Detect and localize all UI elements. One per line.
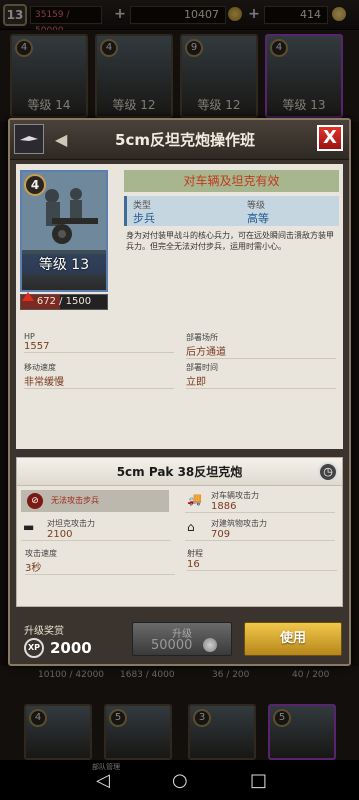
stat-value: 立即: [186, 377, 206, 388]
use-button[interactable]: 使用: [244, 622, 342, 656]
grade-value: 高等: [247, 212, 269, 225]
close-button[interactable]: X: [317, 125, 343, 151]
type-value: 步兵: [133, 212, 155, 225]
stat-value: 后方通道: [186, 347, 226, 358]
stat-value: 3秒: [25, 563, 42, 574]
stat-key: 对坦克攻击力: [47, 519, 95, 528]
game-screen: 13 35159 / 50000 + 10407 + 414 4 等级 14 4…: [0, 0, 359, 800]
house-icon: ⌂: [187, 520, 195, 534]
home-circle-icon[interactable]: ○: [172, 770, 188, 791]
stat-building-attack: ⌂ 对建筑物攻击力 709: [185, 518, 335, 541]
faction-flag-icon: [14, 124, 44, 154]
modal-header: ◀ 5cm反坦克炮操作班 X: [10, 120, 349, 160]
unit-description: 身为对付装甲战斗的核心兵力，可在远处瞬间击溃敌方装甲兵力。但完全无法对付步兵，运…: [126, 231, 334, 251]
effectiveness-banner: 对车辆及坦克有效: [124, 170, 339, 192]
stat-key: 移动速度: [24, 363, 56, 372]
unit-level-badge: 4: [24, 174, 46, 196]
stat-key: 对建筑物攻击力: [211, 519, 267, 528]
reward-label: 升级奖赏: [24, 626, 64, 637]
stat-deploy-time: 部署时间 立即: [186, 362, 336, 389]
unit-title: 5cm反坦克炮操作班: [115, 131, 255, 149]
system-nav-bar: ◁ ○ □ 部队管理: [0, 760, 359, 800]
stopwatch-icon[interactable]: ◷: [318, 462, 338, 482]
stat-attack-speed: 攻击速度 3秒: [25, 548, 175, 575]
unit-type-box: 类型 步兵 等级 高等: [124, 196, 339, 226]
weapon-title: 5cm Pak 38反坦克炮: [17, 458, 342, 486]
stat-tank-attack: ▬ 对坦克攻击力 2100: [21, 518, 171, 541]
silver-coin-icon: [203, 638, 217, 652]
no-infantry-attack-row: ⊘ 无法攻击步兵: [21, 490, 169, 512]
level-up-arrow-icon: [22, 292, 34, 301]
truck-icon: 🚚: [187, 492, 202, 506]
previous-unit-button[interactable]: ◀: [55, 130, 67, 149]
nav-label: 部队管理: [92, 763, 120, 771]
tank-icon: ▬: [23, 520, 35, 534]
stat-deploy-location: 部署场所 后方通道: [186, 332, 336, 359]
modal-footer: 升级奖赏 XP 2000 升级 50000 使用: [10, 614, 349, 664]
reward-value: 2000: [50, 639, 92, 657]
stat-key: 攻击速度: [25, 549, 57, 558]
stat-value: 709: [211, 529, 231, 540]
stat-value: 1557: [24, 341, 50, 352]
stat-key: 射程: [187, 549, 203, 558]
weapon-panel: 5cm Pak 38反坦克炮 ◷ ⊘ 无法攻击步兵 🚚 对车辆攻击力 1886 …: [16, 457, 343, 607]
upgrade-button[interactable]: 升级 50000: [132, 622, 232, 656]
stat-range: 射程 16: [187, 548, 337, 571]
stat-value: 16: [187, 559, 200, 570]
stat-move-speed: 移动速度 非常缓慢: [24, 362, 174, 389]
stat-key: HP: [24, 332, 35, 341]
stat-hp: HP 1557: [24, 332, 174, 353]
upgrade-cost: 50000: [151, 638, 193, 653]
stat-key: 对车辆攻击力: [211, 491, 259, 500]
stat-value: 1886: [211, 501, 237, 512]
stat-value: 2100: [47, 529, 73, 540]
unit-info-panel: 4 等级 13 672 / 1500 对车辆及坦克有效 类型 步兵 等级 高等 …: [16, 164, 343, 449]
stat-key: 部署时间: [186, 363, 218, 372]
stat-value: 非常缓慢: [24, 377, 64, 388]
stat-key: 部署场所: [186, 333, 218, 342]
unit-detail-modal: ◀ 5cm反坦克炮操作班 X 4 等级 13 672 / 1500 对车辆及坦克…: [8, 118, 351, 666]
recents-square-icon[interactable]: □: [250, 770, 267, 791]
no-infantry-text: 无法攻击步兵: [51, 496, 99, 505]
unit-level-label: 等级 13: [22, 254, 106, 274]
back-triangle-icon[interactable]: ◁: [96, 770, 110, 791]
xp-icon: XP: [24, 638, 44, 658]
unit-portrait: 4 等级 13: [20, 170, 108, 292]
stat-vehicle-attack: 🚚 对车辆攻击力 1886: [185, 490, 335, 513]
no-infantry-icon: ⊘: [27, 493, 43, 509]
